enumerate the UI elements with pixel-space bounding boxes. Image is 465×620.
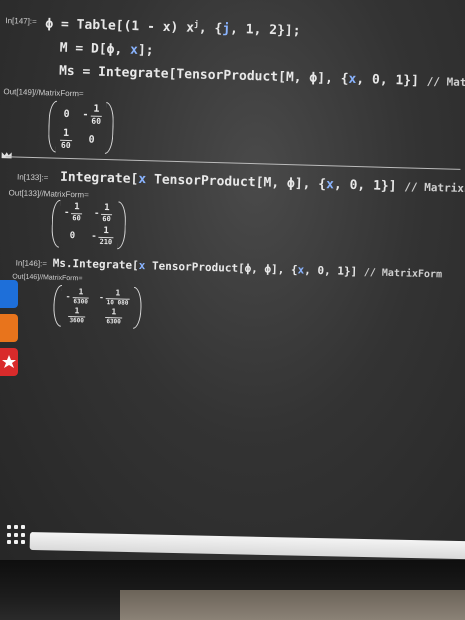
code-text: Ms.Integrate[ xyxy=(52,256,139,272)
fraction: 1 210 xyxy=(98,225,114,247)
input-line[interactable]: Integrate[x TensorProduct[M, ϕ], {x, 0, … xyxy=(60,170,465,197)
fraction: 1 60 xyxy=(59,127,72,151)
matrix-cell: 1 6300 xyxy=(98,307,129,326)
desk-surface xyxy=(120,590,465,620)
fraction: 1 3600 xyxy=(68,306,86,325)
code-text: M = D[ϕ, xyxy=(59,40,131,58)
denominator: 6300 xyxy=(105,317,122,326)
mathematica-app-icon[interactable] xyxy=(0,348,18,376)
minus-sign: - xyxy=(93,208,100,219)
fraction: 1 60 xyxy=(71,202,82,223)
right-paren xyxy=(132,286,142,330)
input-label: In[133]:= xyxy=(16,172,49,183)
minus-sign: - xyxy=(63,207,70,218)
minus-sign: - xyxy=(91,231,97,242)
output-matrix: - 1 6300 - 1 10 080 1 3600 1 6300 xyxy=(52,284,142,330)
matrix-cell: - 1 210 xyxy=(91,225,114,247)
numerator: 1 xyxy=(78,287,84,297)
fraction: 1 6300 xyxy=(72,287,90,306)
code-text: , 1, 2}]; xyxy=(229,21,301,39)
code-text: , { xyxy=(198,20,223,37)
input-line[interactable]: Ms.Integrate[x TensorProduct[ϕ, ϕ], {x, … xyxy=(52,257,442,281)
fraction: 1 10 080 xyxy=(105,288,130,307)
minus-sign: - xyxy=(82,109,89,121)
input-label: In[146]:= xyxy=(15,258,48,269)
matrix-cell: 0 xyxy=(69,230,76,241)
denominator: 10 080 xyxy=(105,298,130,307)
numerator: 1 xyxy=(93,103,100,115)
code-text: ]; xyxy=(137,42,154,59)
numerator: 1 xyxy=(62,127,70,139)
denominator: 60 xyxy=(71,213,82,223)
code-text: , 0, 1}] xyxy=(333,177,405,195)
matrix-cell: - 1 60 xyxy=(92,202,115,224)
numerator: 1 xyxy=(111,307,117,317)
matrix-cell: - 1 10 080 xyxy=(98,288,130,307)
code-text: // MatrixForm xyxy=(363,267,443,281)
output-label: Out[146]//MatrixForm= xyxy=(12,273,83,283)
denominator: 60 xyxy=(90,115,103,126)
dock xyxy=(0,280,20,380)
code-text: TensorProduct[M, ϕ], { xyxy=(145,172,327,193)
matrix-cell: 0 xyxy=(63,108,70,120)
right-paren xyxy=(117,201,127,250)
output-matrix: 0 - 1 60 1 60 0 xyxy=(47,100,115,155)
minus-sign: - xyxy=(98,292,104,303)
fraction: 1 6300 xyxy=(105,307,122,326)
matrix-cell: - 1 6300 xyxy=(65,287,90,306)
numerator: 1 xyxy=(115,288,121,298)
numerator: 1 xyxy=(103,202,110,214)
code-text: TensorProduct[ϕ, ϕ], { xyxy=(145,259,298,277)
matrix-cell: - 1 60 xyxy=(82,103,103,126)
fraction: 1 60 xyxy=(101,202,112,224)
minus-sign: - xyxy=(65,291,71,302)
code-text: Integrate[ xyxy=(59,169,139,187)
matrix-cell: 1 60 xyxy=(59,127,72,151)
monitor-screen: In[147]:= ϕ = Table[(1 - x) xj, {j, 1, 2… xyxy=(0,0,465,585)
cell-insertion-line[interactable] xyxy=(5,156,461,170)
code-text: Ms = Integrate[TensorProduct[M, ϕ], { xyxy=(58,63,349,87)
output-label: Out[149]//MatrixForm= xyxy=(3,87,84,99)
output-matrix: - 1 60 - 1 60 0 - 1 210 xyxy=(51,199,127,250)
denominator: 60 xyxy=(101,213,112,224)
matrix-cell: 1 3600 xyxy=(65,306,89,325)
fraction: 1 60 xyxy=(90,103,103,126)
denominator: 6300 xyxy=(72,297,90,306)
star-icon xyxy=(2,355,16,368)
cell-insertion-icon[interactable] xyxy=(1,150,13,159)
app-icon[interactable] xyxy=(0,314,18,342)
denominator: 210 xyxy=(98,236,114,247)
input-line[interactable]: Ms = Integrate[TensorProduct[M, ϕ], {x, … xyxy=(59,64,465,92)
notebook: In[147]:= ϕ = Table[(1 - x) xj, {j, 1, 2… xyxy=(0,0,465,573)
denominator: 60 xyxy=(59,139,72,151)
input-label: In[147]:= xyxy=(5,16,37,27)
matrix-cell: 0 xyxy=(88,134,95,146)
launcher-grid-icon[interactable] xyxy=(7,525,27,545)
code-text: ϕ = Table[(1 - x) x xyxy=(45,16,195,36)
code-text: // MatrixForm xyxy=(426,74,465,91)
matrix-cell: - 1 60 xyxy=(63,202,82,223)
numerator: 1 xyxy=(74,202,80,213)
code-text: , 0, 1}] xyxy=(304,263,365,279)
numerator: 1 xyxy=(103,225,110,237)
output-label: Out[133]//MatrixForm= xyxy=(8,188,89,200)
code-text: // MatrixForm xyxy=(404,180,465,196)
finder-app-icon[interactable] xyxy=(0,280,18,308)
input-line[interactable]: ϕ = Table[(1 - x) xj, {j, 1, 2}]; xyxy=(45,15,301,39)
input-line[interactable]: M = D[ϕ, x]; xyxy=(59,41,153,59)
denominator: 3600 xyxy=(68,316,86,325)
code-text: , 0, 1}] xyxy=(356,71,427,89)
right-paren xyxy=(105,102,115,155)
numerator: 1 xyxy=(74,306,80,316)
